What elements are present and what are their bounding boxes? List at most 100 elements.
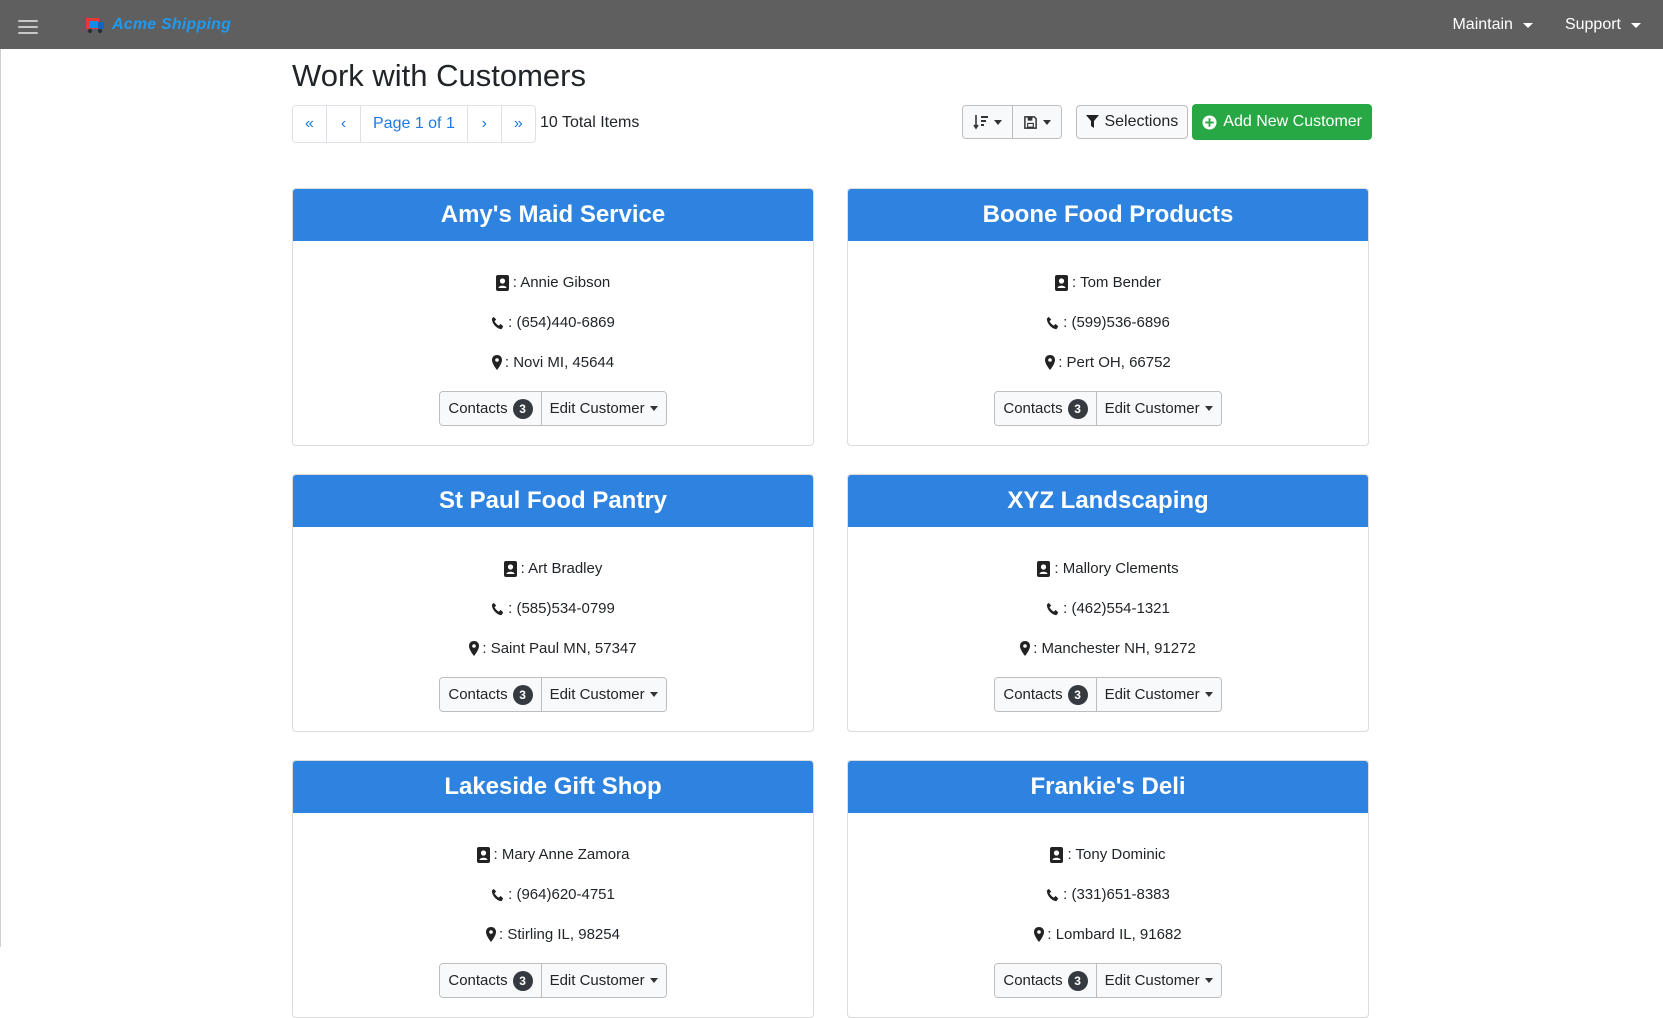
contacts-label: Contacts xyxy=(448,400,508,417)
caret-down-icon xyxy=(1522,22,1533,28)
address-book-icon xyxy=(1037,560,1051,577)
phone-icon xyxy=(492,602,504,615)
edit-customer-label: Edit Customer xyxy=(549,400,645,417)
contacts-button[interactable]: Contacts 3 xyxy=(440,392,542,425)
last-page-button[interactable]: » xyxy=(502,106,535,142)
customer-name: XYZ Landscaping xyxy=(848,475,1368,527)
address-row: : Novi MI, 45644 xyxy=(293,354,813,371)
edit-customer-dropdown-button[interactable]: Edit Customer xyxy=(541,964,666,997)
previous-page-button[interactable]: ‹ xyxy=(327,106,361,142)
first-page-button[interactable]: « xyxy=(293,106,327,142)
page-title: Work with Customers xyxy=(292,58,586,93)
add-new-customer-button[interactable]: Add New Customer xyxy=(1192,104,1372,140)
total-items-count: 10 Total Items xyxy=(540,114,640,131)
edit-customer-dropdown-button[interactable]: Edit Customer xyxy=(541,678,666,711)
caret-down-icon xyxy=(994,119,1003,125)
phone-row: : (331)651-8383 xyxy=(848,886,1368,903)
contact-row: : Mary Anne Zamora xyxy=(293,846,813,863)
edit-customer-dropdown-button[interactable]: Edit Customer xyxy=(541,392,666,425)
phone-icon xyxy=(1047,888,1059,901)
plus-circle-icon xyxy=(1202,114,1217,130)
contacts-label: Contacts xyxy=(448,686,508,703)
contact-row: : Art Bradley xyxy=(293,560,813,577)
sort-dropdown-button[interactable] xyxy=(963,106,1014,138)
address-row: : Stirling IL, 98254 xyxy=(293,926,813,943)
customer-card: Lakeside Gift Shop : Mary Anne Zamora : … xyxy=(292,760,814,1018)
edit-customer-label: Edit Customer xyxy=(549,686,645,703)
phone-number: : (599)536-6896 xyxy=(1063,314,1170,331)
phone-icon xyxy=(492,316,504,329)
phone-icon xyxy=(1047,316,1059,329)
hamburger-menu-icon[interactable] xyxy=(18,20,38,34)
left-border-divider xyxy=(0,49,1,947)
address-row: : Saint Paul MN, 57347 xyxy=(293,640,813,657)
page-indicator[interactable]: Page 1 of 1 xyxy=(361,106,468,142)
phone-row: : (585)534-0799 xyxy=(293,600,813,617)
address-text: : Saint Paul MN, 57347 xyxy=(482,640,637,657)
customer-name: St Paul Food Pantry xyxy=(293,475,813,527)
address-book-icon xyxy=(503,560,517,577)
customer-name: Frankie's Deli xyxy=(848,761,1368,813)
contact-name: : Annie Gibson xyxy=(512,274,611,291)
edit-customer-dropdown-button[interactable]: Edit Customer xyxy=(1096,678,1221,711)
address-text: : Novi MI, 45644 xyxy=(504,354,615,371)
contacts-count-badge: 3 xyxy=(512,398,533,419)
address-text: : Stirling IL, 98254 xyxy=(499,926,620,943)
sort-save-group xyxy=(962,105,1063,139)
save-dropdown-button[interactable] xyxy=(1013,106,1062,138)
phone-icon xyxy=(1047,602,1059,615)
contact-name: : Tom Bender xyxy=(1072,274,1161,291)
address-text: : Pert OH, 66752 xyxy=(1058,354,1171,371)
filter-icon xyxy=(1086,115,1100,128)
caret-down-icon xyxy=(649,406,658,411)
address-book-icon xyxy=(495,274,509,291)
contacts-count-badge: 3 xyxy=(512,684,533,705)
contacts-button[interactable]: Contacts 3 xyxy=(440,964,542,997)
phone-number: : (462)554-1321 xyxy=(1063,600,1170,617)
brand-link[interactable]: Acme Shipping xyxy=(84,14,231,36)
map-marker-icon xyxy=(486,927,497,942)
map-marker-icon xyxy=(1045,355,1056,370)
selections-button[interactable]: Selections xyxy=(1076,105,1189,139)
address-book-icon xyxy=(1050,846,1064,863)
address-text: : Lombard IL, 91682 xyxy=(1047,926,1182,943)
customer-card: Amy's Maid Service : Annie Gibson : (654… xyxy=(292,188,814,446)
phone-number: : (654)440-6869 xyxy=(508,314,615,331)
phone-number: : (964)620-4751 xyxy=(508,886,615,903)
caret-down-icon xyxy=(649,978,658,983)
address-row: : Pert OH, 66752 xyxy=(848,354,1368,371)
customer-card: Frankie's Deli : Tony Dominic : (331)651… xyxy=(847,760,1369,1018)
edit-customer-label: Edit Customer xyxy=(549,972,645,989)
nav-maintain-label: Maintain xyxy=(1452,15,1513,33)
edit-customer-dropdown-button[interactable]: Edit Customer xyxy=(1096,392,1221,425)
contact-name: : Art Bradley xyxy=(520,560,603,577)
contact-row: : Tony Dominic xyxy=(848,846,1368,863)
contacts-button[interactable]: Contacts 3 xyxy=(995,964,1097,997)
contact-row: : Tom Bender xyxy=(848,274,1368,291)
address-book-icon xyxy=(476,846,490,863)
address-book-icon xyxy=(1055,274,1069,291)
caret-down-icon xyxy=(1204,978,1213,983)
add-new-customer-label: Add New Customer xyxy=(1223,113,1362,130)
contacts-button[interactable]: Contacts 3 xyxy=(440,678,542,711)
phone-row: : (654)440-6869 xyxy=(293,314,813,331)
nav-maintain-dropdown[interactable]: Maintain xyxy=(1452,15,1533,34)
save-floppy-icon xyxy=(1024,115,1038,129)
phone-icon xyxy=(492,888,504,901)
address-row: : Manchester NH, 91272 xyxy=(848,640,1368,657)
map-marker-icon xyxy=(469,641,480,656)
edit-customer-label: Edit Customer xyxy=(1104,686,1200,703)
customer-card: Boone Food Products : Tom Bender : (599)… xyxy=(847,188,1369,446)
phone-row: : (599)536-6896 xyxy=(848,314,1368,331)
contacts-count-badge: 3 xyxy=(1067,970,1088,991)
contacts-button[interactable]: Contacts 3 xyxy=(995,392,1097,425)
selections-label: Selections xyxy=(1104,113,1179,130)
contacts-button[interactable]: Contacts 3 xyxy=(995,678,1097,711)
contacts-count-badge: 3 xyxy=(1067,684,1088,705)
nav-support-dropdown[interactable]: Support xyxy=(1565,16,1641,34)
edit-customer-dropdown-button[interactable]: Edit Customer xyxy=(1096,964,1221,997)
contact-row: : Mallory Clements xyxy=(848,560,1368,577)
truck-logo-icon xyxy=(86,18,104,34)
next-page-button[interactable]: › xyxy=(468,106,502,142)
phone-number: : (331)651-8383 xyxy=(1063,886,1170,903)
